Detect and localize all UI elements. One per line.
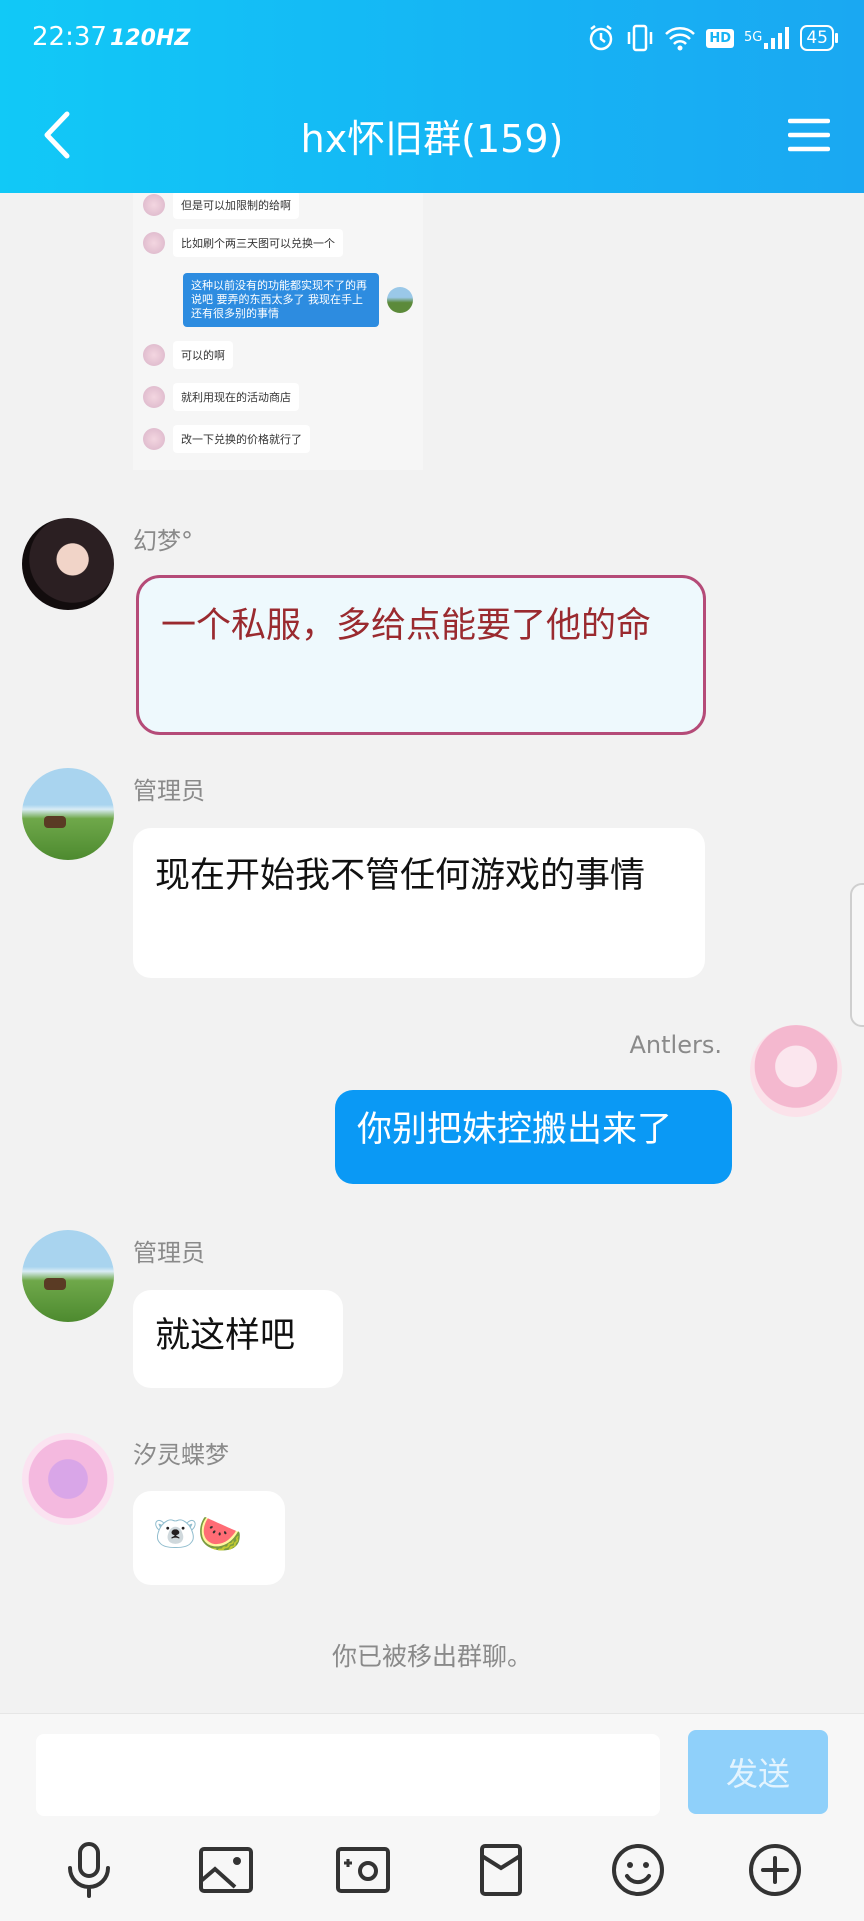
avatar[interactable] [22, 768, 114, 860]
red-packet-icon[interactable] [465, 1834, 537, 1906]
refresh-rate: 120HZ [110, 26, 191, 51]
microphone-icon[interactable] [53, 1834, 125, 1906]
message-list[interactable]: 但是可以加限制的给啊 比如刷个两三天图可以兑换一个 这种以前没有的功能都实现不了… [0, 193, 864, 1713]
input-toolbar [0, 1830, 864, 1910]
screenshot-message: 这种以前没有的功能都实现不了的再说吧 要弄的东西太多了 我现在手上还有很多别的事… [183, 273, 413, 327]
screenshot-message: 比如刷个两三天图可以兑换一个 [143, 229, 343, 257]
status-bar: 22:37 120HZ HD 5G 45 [0, 0, 864, 80]
emoji-icon[interactable] [602, 1834, 674, 1906]
signal-icon: 5G [744, 25, 790, 51]
image-icon[interactable] [190, 1834, 262, 1906]
avatar[interactable] [22, 518, 114, 610]
plus-icon[interactable] [739, 1834, 811, 1906]
screenshot-message: 但是可以加限制的给啊 [143, 193, 299, 219]
screenshot-message: 可以的啊 [143, 341, 233, 369]
status-icons: HD 5G 45 [586, 18, 838, 58]
message-bubble[interactable]: 现在开始我不管任何游戏的事情 [133, 828, 705, 978]
send-button[interactable]: 发送 [688, 1730, 828, 1814]
alarm-icon [586, 23, 616, 53]
hamburger-icon [788, 118, 830, 152]
screenshot-message: 改一下兑换的价格就行了 [143, 425, 310, 453]
sender-name: Antlers. [629, 1031, 722, 1059]
avatar[interactable] [22, 1433, 114, 1525]
input-bar: 发送 [0, 1713, 864, 1921]
battery-indicator: 45 [800, 25, 838, 51]
wifi-icon [664, 24, 696, 52]
screenshot-message: 就利用现在的活动商店 [143, 383, 299, 411]
avatar[interactable] [750, 1025, 842, 1117]
status-time: 22:37 [32, 22, 107, 52]
sender-name: 幻梦° [133, 527, 193, 555]
message-bubble[interactable]: 一个私服，多给点能要了他的命 [136, 575, 706, 735]
hd-badge: HD [706, 28, 734, 48]
message-bubble[interactable]: 你别把妹控搬出来了 [335, 1090, 732, 1184]
network-type: 5G [744, 30, 763, 45]
nav-bar: hx怀旧群(159) [0, 80, 864, 193]
avatar[interactable] [22, 1230, 114, 1322]
shared-screenshot-image[interactable]: 但是可以加限制的给啊 比如刷个两三天图可以兑换一个 这种以前没有的功能都实现不了… [133, 193, 423, 470]
vibrate-icon [626, 23, 654, 53]
sender-name: 管理员 [133, 1239, 205, 1267]
camera-icon[interactable] [327, 1834, 399, 1906]
sender-name: 汐灵蝶梦 [133, 1441, 229, 1469]
emoji-message-bubble[interactable]: 🐻‍❄️🍉 [133, 1491, 285, 1585]
system-notice: 你已被移出群聊。 [331, 1642, 532, 1671]
top-bar: 22:37 120HZ HD 5G 45 hx怀旧群(159) [0, 0, 864, 193]
chat-title: hx怀旧群(159) [300, 117, 564, 161]
message-input[interactable] [36, 1734, 660, 1816]
menu-button[interactable] [774, 100, 844, 170]
message-bubble[interactable]: 就这样吧 [133, 1290, 343, 1388]
side-drawer-handle[interactable] [850, 883, 864, 1027]
sender-name: 管理员 [133, 777, 205, 805]
